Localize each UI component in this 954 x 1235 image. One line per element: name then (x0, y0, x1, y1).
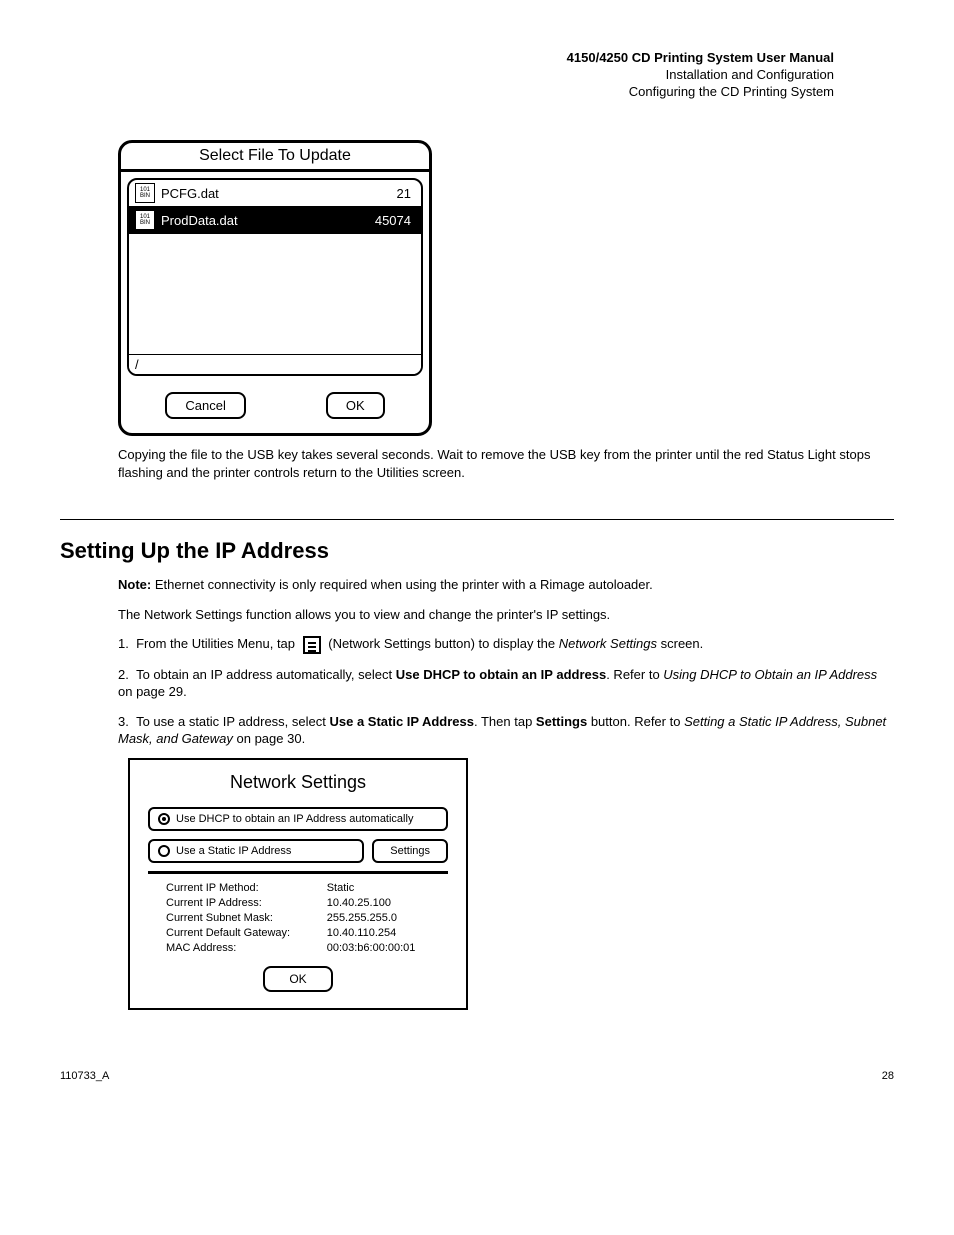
ref-dhcp: Using DHCP to Obtain an IP Address (663, 667, 877, 682)
step-1: 1. From the Utilities Menu, tap (Network… (118, 635, 894, 654)
file-list-empty-area (129, 234, 421, 354)
net-value: Static (327, 882, 442, 894)
manual-title: 4150/4250 CD Printing System User Manual (567, 50, 834, 65)
net-label: Current IP Method: (166, 882, 317, 894)
net-value: 10.40.110.254 (327, 927, 442, 939)
section-divider (60, 519, 894, 520)
page-footer: 110733_A 28 (60, 1070, 894, 1082)
dhcp-label: Use DHCP to obtain an IP Address automat… (176, 813, 413, 825)
static-radio-option[interactable]: Use a Static IP Address (148, 839, 364, 863)
file-row[interactable]: 101BIN ProdData.dat 45074 (129, 207, 421, 234)
radio-selected-icon (158, 813, 170, 825)
file-name: ProdData.dat (161, 213, 375, 228)
page-header: 4150/4250 CD Printing System User Manual… (567, 50, 834, 101)
net-label: MAC Address: (166, 942, 317, 954)
note-label: Note: (118, 577, 151, 592)
file-row[interactable]: 101BIN PCFG.dat 21 (129, 180, 421, 207)
ethernet-note: Note: Ethernet connectivity is only requ… (118, 576, 894, 594)
network-info-grid: Current IP Method: Static Current IP Add… (166, 882, 442, 954)
net-label: Current Default Gateway: (166, 927, 317, 939)
file-size: 21 (397, 186, 415, 201)
static-label: Use a Static IP Address (176, 845, 291, 857)
select-file-dialog: Select File To Update 101BIN PCFG.dat 21… (118, 140, 432, 436)
doc-number: 110733_A (60, 1070, 109, 1082)
net-label: Current IP Address: (166, 897, 317, 909)
step-3: 3. To use a static IP address, select Us… (118, 713, 894, 748)
file-size: 45074 (375, 213, 415, 228)
step-2: 2. To obtain an IP address automatically… (118, 666, 894, 701)
header-subsection: Configuring the CD Printing System (567, 84, 834, 99)
net-value: 255.255.255.0 (327, 912, 442, 924)
cancel-button[interactable]: Cancel (165, 392, 245, 419)
page-number: 28 (882, 1070, 894, 1082)
net-value: 10.40.25.100 (327, 897, 442, 909)
copy-note: Copying the file to the USB key takes se… (118, 446, 894, 481)
ok-button[interactable]: OK (326, 392, 385, 419)
header-section: Installation and Configuration (567, 67, 834, 82)
dialog-title: Select File To Update (121, 143, 429, 172)
note-text: Ethernet connectivity is only required w… (155, 577, 653, 592)
path-display: / (129, 354, 421, 374)
net-label: Current Subnet Mask: (166, 912, 317, 924)
file-name: PCFG.dat (161, 186, 397, 201)
settings-button[interactable]: Settings (372, 839, 448, 863)
file-list: 101BIN PCFG.dat 21 101BIN ProdData.dat 4… (127, 178, 423, 376)
dhcp-radio-option[interactable]: Use DHCP to obtain an IP Address automat… (148, 807, 448, 831)
network-settings-dialog: Network Settings Use DHCP to obtain an I… (128, 758, 468, 1010)
net-dialog-title: Network Settings (148, 772, 448, 793)
net-divider (148, 871, 448, 874)
bin-file-icon: 101BIN (135, 210, 155, 230)
net-value: 00:03:b6:00:00:01 (327, 942, 442, 954)
section-heading: Setting Up the IP Address (60, 538, 894, 564)
network-settings-icon (303, 636, 321, 654)
net-ok-button[interactable]: OK (263, 966, 332, 992)
bin-file-icon: 101BIN (135, 183, 155, 203)
radio-unselected-icon (158, 845, 170, 857)
network-settings-desc: The Network Settings function allows you… (118, 606, 894, 624)
ref-static: Setting a Static IP Address, Subnet Mask… (118, 714, 886, 747)
